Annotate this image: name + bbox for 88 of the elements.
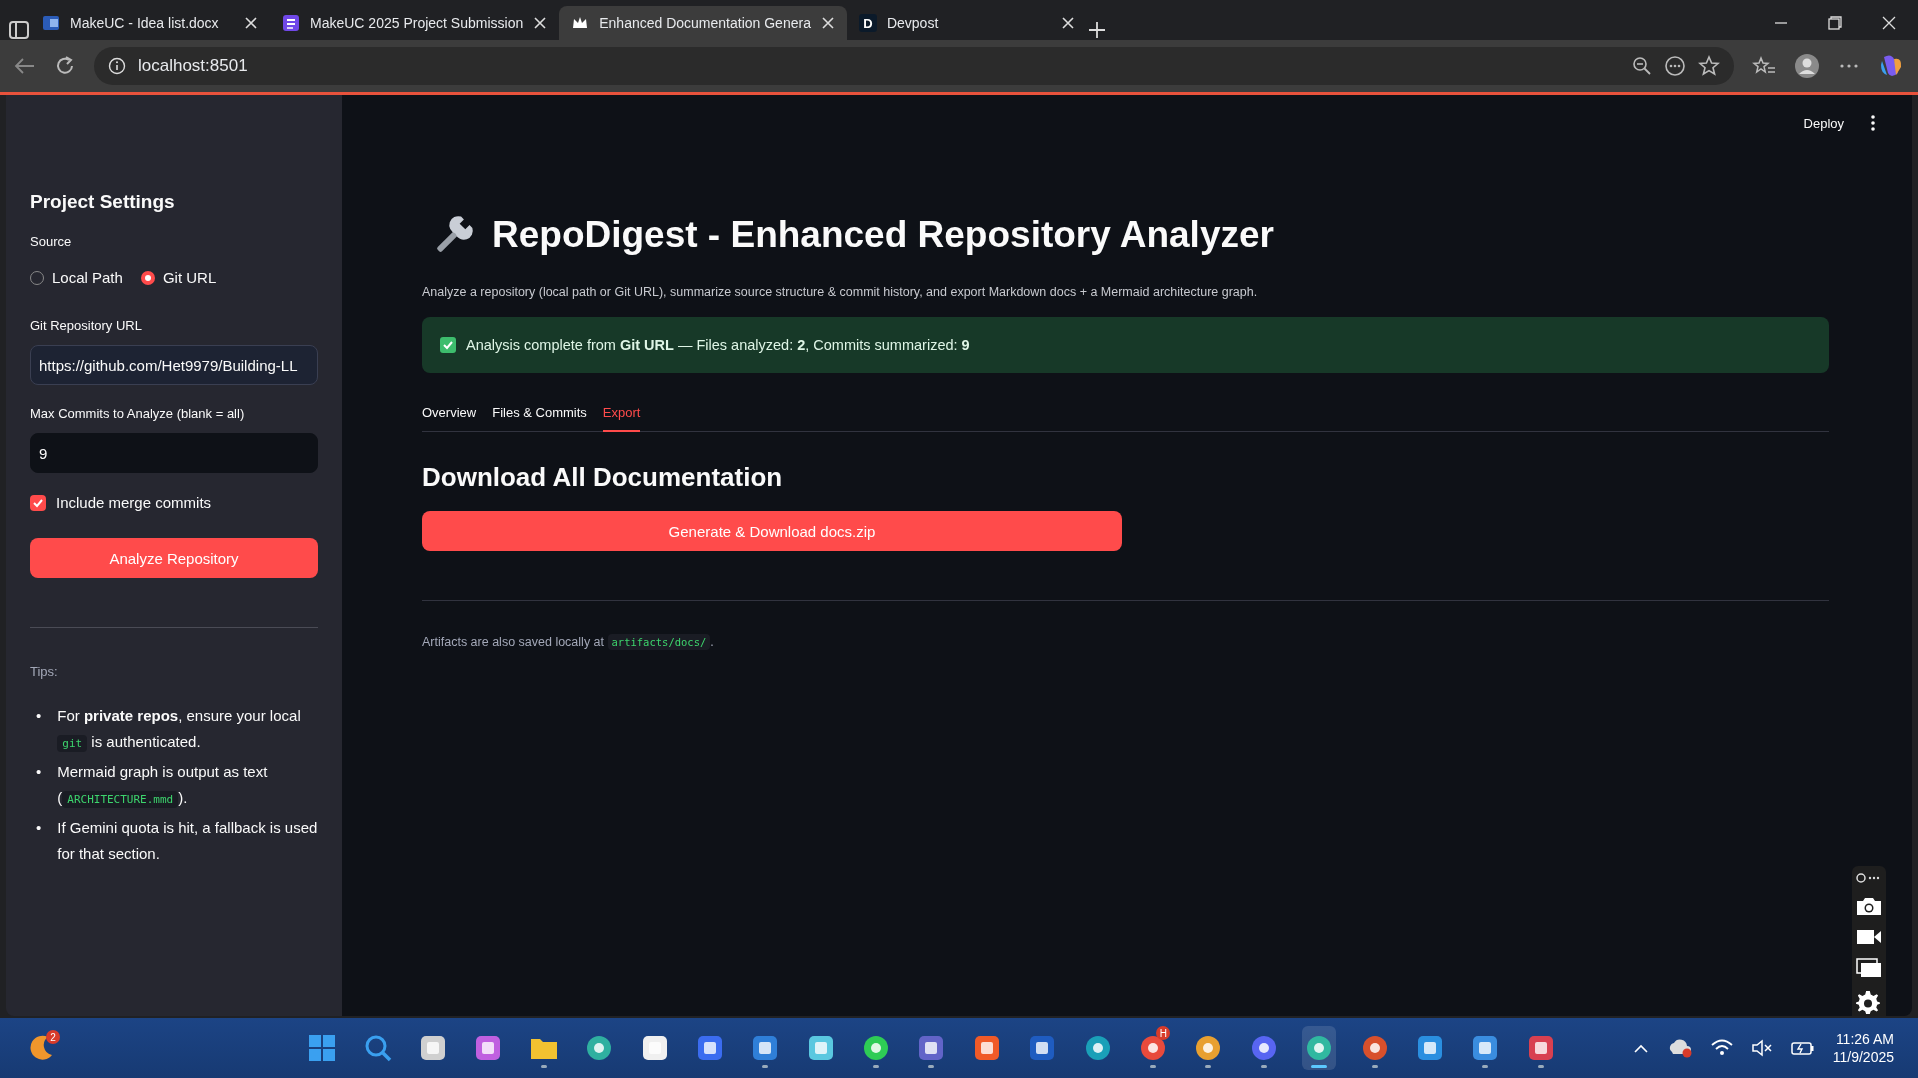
tab[interactable]: Files & Commits (492, 401, 587, 432)
app-icon[interactable] (640, 1034, 669, 1062)
checkbox-option[interactable]: Include merge commits (30, 494, 318, 511)
settings-icon[interactable] (1856, 990, 1882, 1016)
wifi-icon[interactable] (1710, 1039, 1733, 1057)
browser-tab[interactable]: D Devpost (846, 6, 1087, 40)
windows-icon[interactable] (1856, 958, 1882, 978)
app-icon[interactable] (917, 1034, 946, 1062)
battery-icon[interactable] (1790, 1040, 1815, 1056)
number-input-field[interactable]: 9 (30, 433, 318, 473)
favicon: D (858, 14, 877, 32)
app-icon[interactable] (1028, 1034, 1057, 1062)
radio-option[interactable]: Git URL (140, 269, 217, 286)
close-icon[interactable] (820, 16, 835, 30)
browser-tab[interactable]: Enhanced Documentation Genera (559, 6, 847, 40)
checkbox[interactable] (30, 494, 46, 511)
field-label: Max Commits to Analyze (blank = all) (30, 406, 246, 421)
artifacts-note: Artifacts are also saved locally at artifacts/docs/ . (422, 635, 715, 649)
avatar-icon[interactable] (1794, 53, 1820, 79)
zoom-out-icon[interactable] (1632, 56, 1652, 76)
copilot-icon[interactable] (1878, 53, 1904, 79)
chevron-up-icon[interactable] (1632, 1043, 1649, 1053)
more-circle-icon[interactable] (1664, 55, 1686, 77)
document-icon (42, 14, 60, 32)
tab[interactable]: Export (602, 401, 641, 432)
widgets-button[interactable]: 2 (26, 1028, 62, 1068)
star-icon[interactable] (1698, 55, 1720, 77)
app-icon[interactable] (862, 1034, 891, 1062)
app-icon[interactable] (1083, 1034, 1112, 1062)
video-camera-icon[interactable] (1856, 928, 1882, 946)
browser-tab[interactable]: MakeUC - Idea list.docx (30, 6, 270, 40)
app-icon[interactable] (474, 1034, 503, 1062)
folder-icon[interactable] (529, 1036, 558, 1060)
app-icon[interactable] (751, 1034, 780, 1062)
tip-text: For private repos, ensure your local git is authenticated. (57, 706, 302, 754)
app-icon[interactable] (1471, 1034, 1500, 1062)
url-input-field[interactable]: https://github.com/Het9979/Building-LL (30, 345, 318, 385)
app-icon[interactable] (585, 1034, 614, 1062)
page-title: RepoDigest - Enhanced Repository Analyzer (492, 214, 1274, 256)
sidebar-heading: Project Settings (30, 191, 176, 213)
close-icon[interactable] (1882, 16, 1896, 30)
pin-more-icon[interactable] (1856, 872, 1882, 884)
tips-label: Tips: (30, 664, 59, 679)
field-label: Source (30, 234, 73, 249)
app-icon[interactable] (1305, 1034, 1334, 1062)
tip-text: If Gemini quota is hit, a fallback is used for that section. (57, 818, 318, 864)
muted-speaker-icon[interactable] (1750, 1039, 1773, 1057)
deploy-button[interactable]: Deploy (1797, 111, 1850, 135)
plus-icon[interactable] (1086, 20, 1107, 40)
restore-icon[interactable] (1828, 16, 1842, 30)
app-icon[interactable] (1194, 1034, 1223, 1062)
app-icon[interactable] (418, 1034, 447, 1062)
search-icon[interactable] (363, 1034, 392, 1062)
notification-badge: 2 (46, 1030, 60, 1044)
reload-icon[interactable] (54, 55, 76, 77)
app-icon[interactable] (1416, 1034, 1444, 1062)
notification-badge: H (1156, 1026, 1171, 1040)
app-icon[interactable] (1526, 1034, 1555, 1062)
app-icon[interactable] (695, 1034, 724, 1062)
section-heading: Download All Documentation (422, 462, 784, 493)
close-icon[interactable] (244, 16, 258, 30)
tab[interactable]: Overview (422, 401, 477, 432)
radio-icon[interactable] (140, 270, 155, 285)
bullet: • (36, 706, 42, 726)
close-icon[interactable] (533, 16, 548, 30)
browser-tab[interactable]: MakeUC 2025 Project Submission (270, 6, 560, 40)
camera-icon[interactable] (1856, 896, 1882, 916)
check-box-icon (440, 337, 456, 353)
success-message: Analysis complete from Git URL — Files analyzed: 2, Commits summarized: 9 (466, 337, 970, 353)
radio-option[interactable]: Local Path (30, 269, 123, 286)
kebab-menu-icon[interactable] (1870, 114, 1876, 132)
sidebar-toggle-icon[interactable] (8, 20, 30, 40)
clock-button[interactable]: 11:26 AM 11/9/2025 (1832, 1030, 1894, 1066)
info-icon[interactable] (108, 57, 126, 75)
description-text: Analyze a repository (local path or Git URL), summarize source structure & commit history, and export Markdown docs + a Mermaid architecture graph. (422, 285, 1259, 299)
app-icon[interactable] (1360, 1034, 1389, 1062)
app-icon[interactable] (806, 1034, 835, 1062)
app-icon[interactable] (972, 1034, 1001, 1062)
app-icon[interactable] (1249, 1034, 1278, 1062)
tip-text: Mermaid graph is output as text ( ARCHITECTURE.mmd ). (57, 762, 269, 810)
form-icon (282, 14, 300, 32)
address-bar[interactable]: localhost:8501 (94, 47, 1734, 85)
field-label: Git Repository URL (30, 318, 143, 333)
windows-logo-icon[interactable] (308, 1034, 337, 1062)
bullet: • (36, 762, 42, 782)
back-arrow-icon[interactable] (14, 56, 36, 76)
close-icon[interactable] (1060, 16, 1075, 30)
bullet: • (36, 818, 42, 838)
